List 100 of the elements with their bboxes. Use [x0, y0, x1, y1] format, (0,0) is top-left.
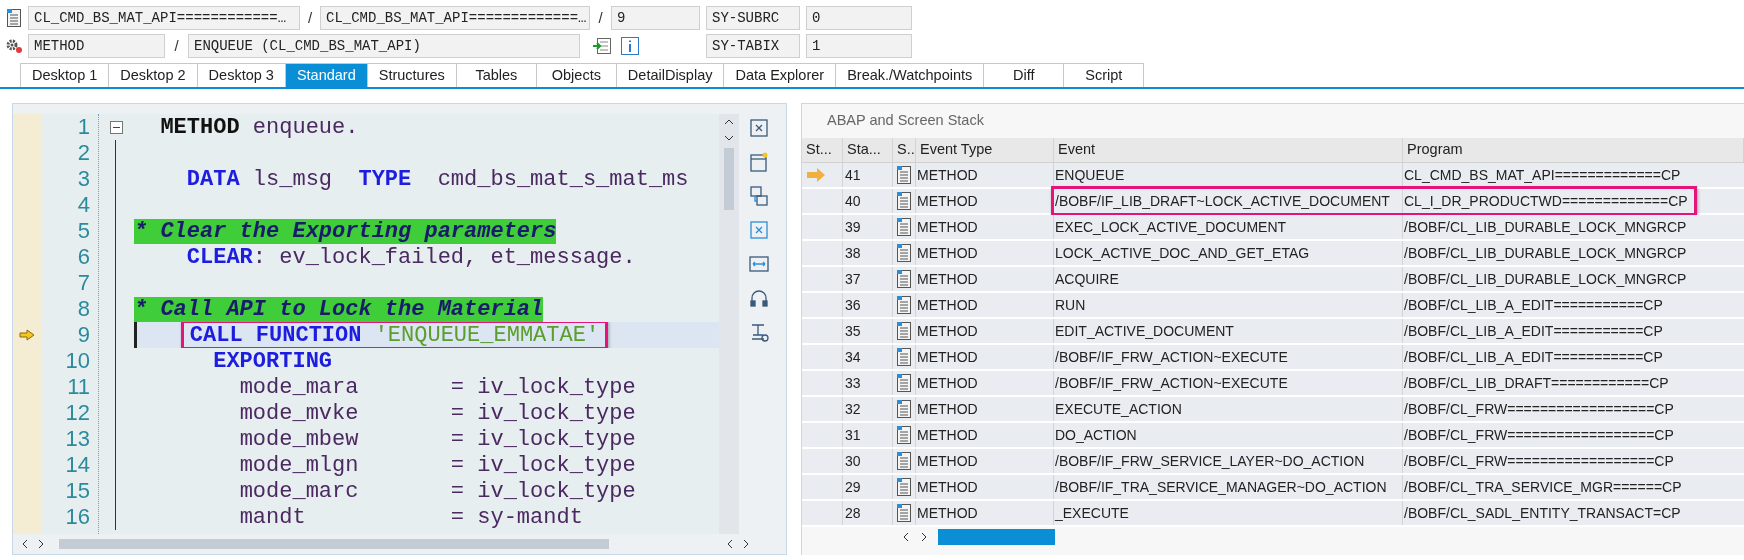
tabix-field[interactable]: 1 [806, 34, 912, 58]
table-cell: METHOD [916, 449, 1054, 473]
document-icon [895, 425, 913, 445]
separator: / [173, 35, 180, 56]
table-cell-text: CL_CMD_BS_MAT_API=============CP [1403, 165, 1681, 185]
line-number: 13 [65, 426, 90, 452]
tab[interactable]: Desktop 3 [197, 63, 286, 87]
program-field[interactable]: CL_CMD_BS_MAT_API=============… [320, 6, 590, 30]
field-label[interactable]: SY-SUBRC [706, 6, 800, 30]
tab[interactable]: DetailDisplay [616, 63, 725, 87]
column-header[interactable]: Program [1403, 138, 1744, 162]
code-line: mode_marc = iv_lock_type [239, 478, 636, 504]
stack-row[interactable]: 31 METHOD DO_ACTION /BOBF/CL_FRW==================CP [802, 423, 1744, 449]
column-header[interactable]: Event Type [916, 138, 1054, 162]
tab[interactable]: Script [1064, 63, 1145, 87]
copy-icon[interactable] [747, 184, 771, 208]
table-cell: METHOD [916, 241, 1054, 265]
scroll-left-icon[interactable] [726, 539, 734, 549]
scroll-up-icon[interactable] [724, 118, 734, 126]
field-label[interactable]: SY-TABIX [706, 34, 800, 58]
vertical-scrollbar[interactable] [719, 114, 739, 534]
tab[interactable]: Structures [367, 63, 457, 87]
table-cell: /BOBF/IF_FRW_ACTION~EXECUTE [1054, 345, 1403, 369]
scroll-left-icon[interactable] [902, 532, 910, 542]
line-number: 15 [65, 478, 90, 504]
table-cell: 37 [843, 267, 893, 291]
separator: / [306, 7, 314, 28]
table-cell: 33 [843, 371, 893, 395]
table-cell: METHOD [916, 319, 1054, 343]
table-cell: 34 [843, 345, 893, 369]
table-cell-text: /BOBF/CL_LIB_A_EDIT===========CP [1403, 295, 1663, 315]
gear-icon [5, 38, 23, 54]
line-number: 9 [77, 322, 90, 348]
stack-row[interactable]: 37 METHOD ACQUIRE /BOBF/CL_LIB_DURABLE_LOCK_MNGRCP [802, 267, 1744, 293]
document-icon [895, 321, 913, 341]
code-line: mode_mvke = iv_lock_type [239, 400, 636, 426]
stack-row[interactable]: 32 METHOD EXECUTE_ACTION /BOBF/CL_FRW==================CP [802, 397, 1744, 423]
document-icon [895, 347, 913, 367]
stack-row[interactable]: 34 METHOD /BOBF/IF_FRW_ACTION~EXECUTE /BOBF/CL_LIB_A_EDIT===========CP [802, 345, 1744, 371]
code-line: CLEAR: ev_lock_failed, et_message. [186, 244, 636, 270]
subrc-field[interactable]: 0 [806, 6, 912, 30]
table-cell: METHOD [916, 371, 1054, 395]
table-cell: METHOD [916, 475, 1054, 499]
column-header[interactable]: St... [802, 138, 843, 162]
line-field[interactable]: 9 [611, 6, 700, 30]
stack-row[interactable]: 39 METHOD EXEC_LOCK_ACTIVE_DOCUMENT /BOBF/CL_LIB_DURABLE_LOCK_MNGRCP [802, 215, 1744, 241]
line-number: 1 [77, 114, 90, 140]
scroll-left-icon[interactable] [21, 539, 29, 549]
column-header[interactable]: S.. [893, 138, 916, 162]
code-line: mandt = sy-mandt [239, 504, 583, 530]
line-number: 10 [65, 348, 90, 374]
tab[interactable]: Standard [285, 63, 368, 87]
stack-row[interactable]: 33 METHOD /BOBF/IF_FRW_ACTION~EXECUTE /BOBF/CL_LIB_DRAFT============CP [802, 371, 1744, 397]
collapse-icon[interactable] [110, 120, 123, 134]
event-type-field[interactable]: METHOD [28, 34, 165, 58]
stack-row[interactable]: 38 METHOD LOCK_ACTIVE_DOC_AND_GET_ETAG /BOBF/CL_LIB_DURABLE_LOCK_MNGRCP [802, 241, 1744, 267]
table-cell-text: /BOBF/CL_LIB_DURABLE_LOCK_MNGRCP [1403, 217, 1687, 237]
code-line: mode_mbew = iv_lock_type [239, 426, 636, 452]
clear-icon[interactable] [747, 116, 771, 140]
tab[interactable]: Break./Watchpoints [836, 63, 985, 87]
document-icon [895, 217, 913, 237]
table-cell: METHOD [916, 397, 1054, 421]
program-field[interactable]: CL_CMD_BS_MAT_API============… [28, 6, 300, 30]
tab[interactable]: Objects [536, 63, 617, 87]
table-cell: 39 [843, 215, 893, 239]
stack-row[interactable]: 40 METHOD /BOBF/IF_LIB_DRAFT~LOCK_ACTIVE_DOCUMENT CL_I_DR_PRODUCTWD=============CP [802, 189, 1744, 215]
column-header[interactable]: Sta... [843, 138, 893, 162]
table-cell: _EXECUTE [1054, 501, 1403, 525]
scroll-right-icon[interactable] [920, 532, 928, 542]
stack-row[interactable]: 28 METHOD _EXECUTE /BOBF/CL_SADL_ENTITY_TRANSACT=CP [802, 501, 1744, 527]
table-cell-text: /BOBF/CL_LIB_DRAFT============CP [1403, 373, 1669, 393]
table-cell: RUN [1054, 293, 1403, 317]
stack-row[interactable]: 30 METHOD /BOBF/IF_FRW_SERVICE_LAYER~DO_ACTION /BOBF/CL_FRW==================CP [802, 449, 1744, 475]
event-field[interactable]: ENQUEUE (CL_CMD_BS_MAT_API) [188, 34, 580, 58]
scroll-thumb[interactable] [724, 148, 734, 210]
stack-row[interactable]: 35 METHOD EDIT_ACTIVE_DOCUMENT /BOBF/CL_LIB_A_EDIT===========CP [802, 319, 1744, 345]
table-cell: EXEC_LOCK_ACTIVE_DOCUMENT [1054, 215, 1403, 239]
tab[interactable]: Desktop 1 [20, 63, 110, 87]
table-cell: 35 [843, 319, 893, 343]
tab[interactable]: Data Explorer [724, 63, 837, 87]
column-header[interactable]: Event [1054, 138, 1403, 162]
info-icon[interactable] [620, 36, 640, 56]
table-cell: 38 [843, 241, 893, 265]
stack-row[interactable]: 36 METHOD RUN /BOBF/CL_LIB_A_EDIT===========CP [802, 293, 1744, 319]
scroll-down-icon[interactable] [724, 134, 734, 142]
scroll-right-icon[interactable] [37, 539, 45, 549]
x-box-icon[interactable] [747, 218, 771, 242]
stack-row[interactable]: 41 METHOD ENQUEUE CL_CMD_BS_MAT_API=============CP [802, 163, 1744, 189]
document-icon [895, 243, 913, 263]
tab[interactable]: Tables [456, 63, 537, 87]
tab[interactable]: Desktop 2 [109, 63, 198, 87]
line-number: 4 [77, 192, 90, 218]
scroll-right-icon[interactable] [742, 539, 750, 549]
line-number: 6 [77, 244, 90, 270]
import-icon[interactable] [592, 37, 612, 55]
line-number: 8 [77, 296, 90, 322]
table-cell: /BOBF/IF_FRW_ACTION~EXECUTE [1054, 371, 1403, 395]
stack-row[interactable]: 29 METHOD /BOBF/IF_TRA_SERVICE_MANAGER~DO_ACTION /BOBF/CL_TRA_SERVICE_MGR======CP [802, 475, 1744, 501]
line-number: 14 [65, 452, 90, 478]
tab[interactable]: Diff [984, 63, 1065, 87]
